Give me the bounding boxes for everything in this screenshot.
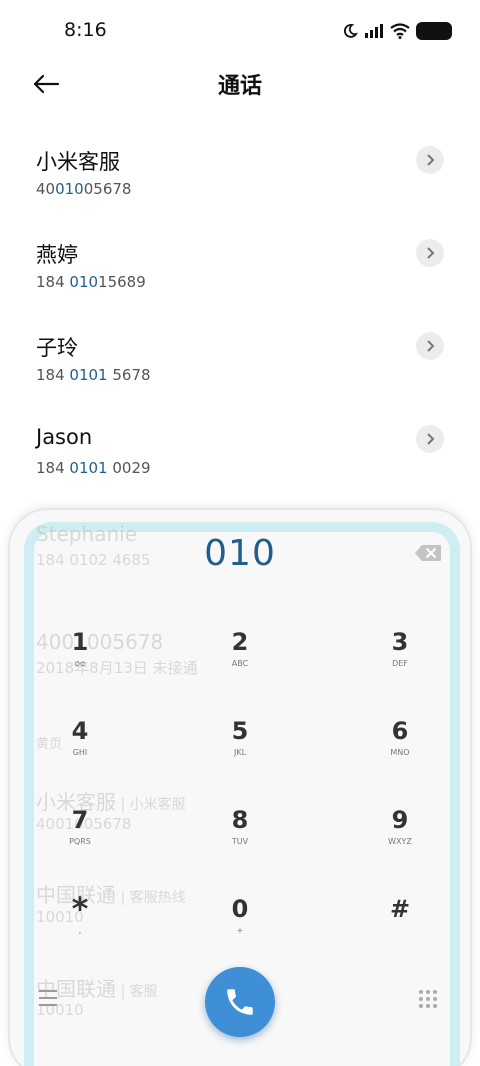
key-4[interactable]: 4 GHI <box>35 717 125 779</box>
contact-name: Jason <box>36 425 93 449</box>
battery-icon <box>416 22 452 40</box>
chevron-right-icon <box>427 154 435 166</box>
backspace-icon <box>415 545 441 561</box>
contact-list: 小米客服 4001005678 燕婷 184 01015689 子玲 184 0… <box>0 130 480 502</box>
contact-name: 子玲 <box>36 336 78 360</box>
menu-button[interactable] <box>38 988 58 1008</box>
page-title: 通话 <box>217 74 262 99</box>
key-9[interactable]: 9 WXYZ <box>355 806 445 868</box>
contact-number: 184 0101 0029 <box>36 459 151 477</box>
menu-icon <box>39 990 57 1006</box>
phone-icon <box>227 989 253 1015</box>
voicemail-icon: ᴑᴑ <box>74 659 86 668</box>
contact-detail-button[interactable] <box>416 425 444 453</box>
dialpad-toggle-button[interactable] <box>418 989 438 1009</box>
status-bar: 8:16 <box>0 0 480 60</box>
call-button[interactable] <box>205 967 275 1037</box>
contact-name: 燕婷 <box>36 243 78 267</box>
chevron-right-icon <box>427 340 435 352</box>
contact-number: 4001005678 <box>36 180 132 198</box>
chevron-right-icon <box>427 433 435 445</box>
contact-number: 184 01015689 <box>36 273 146 291</box>
contact-item[interactable]: 子玲 184 0101 5678 <box>0 316 480 409</box>
delete-button[interactable] <box>414 544 442 562</box>
key-5[interactable]: 5 JKL <box>195 717 285 779</box>
key-8[interactable]: 8 TUV <box>195 806 285 868</box>
key-1[interactable]: 1 ᴑᴑ <box>35 628 125 690</box>
key-6[interactable]: 6 MNO <box>355 717 445 779</box>
contact-item[interactable]: 小米客服 4001005678 <box>0 130 480 223</box>
key-7[interactable]: 7 PQRS <box>35 806 125 868</box>
contact-detail-button[interactable] <box>416 239 444 267</box>
contact-detail-button[interactable] <box>416 332 444 360</box>
status-icons <box>342 20 452 42</box>
key-3[interactable]: 3 DEF <box>355 628 445 690</box>
key-0[interactable]: 0 + <box>195 895 285 957</box>
contact-item[interactable]: Jason 184 0101 0029 <box>0 409 480 502</box>
moon-icon <box>343 24 358 38</box>
header: 通话 <box>0 60 480 106</box>
dialpad-icon <box>419 990 437 1008</box>
contact-item[interactable]: 燕婷 184 01015689 <box>0 223 480 316</box>
key-star[interactable]: *, <box>35 893 125 957</box>
contact-number: 184 0101 5678 <box>36 366 151 384</box>
dialed-number: 010 <box>204 533 276 574</box>
status-time: 8:16 <box>64 19 107 41</box>
key-hash[interactable]: # <box>355 895 445 957</box>
key-2[interactable]: 2 ABC <box>195 628 285 690</box>
contact-name: 小米客服 <box>36 150 120 174</box>
wifi-icon <box>390 23 410 39</box>
contact-detail-button[interactable] <box>416 146 444 174</box>
signal-icon <box>365 24 383 38</box>
chevron-right-icon <box>427 247 435 259</box>
